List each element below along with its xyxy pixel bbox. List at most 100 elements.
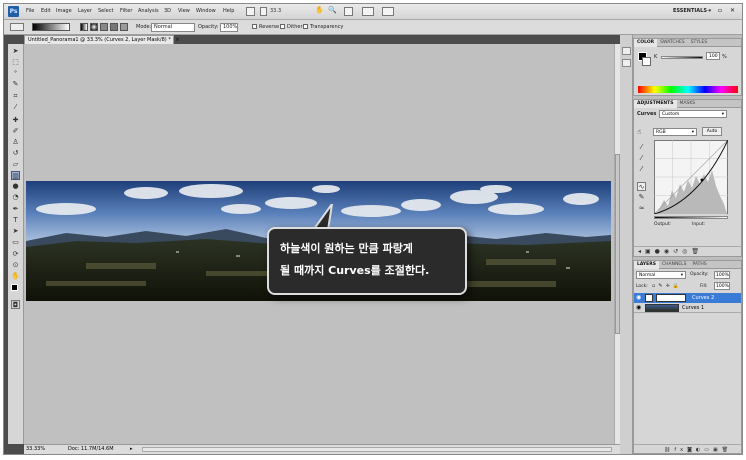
move-tool-icon[interactable]: ➤ [11, 47, 20, 56]
window-controls[interactable]: – ▫ ✕ [707, 7, 738, 14]
curve-point-tool-icon[interactable]: ∿ [637, 182, 646, 191]
actions-panel-icon[interactable] [622, 59, 631, 67]
history-brush-tool-icon[interactable]: ↺ [11, 149, 20, 158]
visibility-eye-icon[interactable]: ◉ [636, 303, 641, 313]
gray-point-eyedropper-icon[interactable]: ⁄ [637, 154, 646, 163]
transparency-checkbox[interactable] [303, 24, 308, 29]
gradient-picker[interactable] [32, 23, 70, 31]
3d-rotate-tool-icon[interactable]: ⟳ [11, 250, 20, 259]
adjustments-footer-icons[interactable]: ◂▣●◉↺◎🗑 [634, 246, 741, 256]
tab-layers[interactable]: LAYERS [634, 261, 659, 269]
dodge-tool-icon[interactable]: ◔ [11, 193, 20, 202]
marquee-tool-icon[interactable]: ⬚ [11, 58, 20, 67]
fill-field[interactable]: 100% [714, 282, 730, 290]
angle-gradient-button[interactable] [100, 23, 108, 31]
quick-selection-tool-icon[interactable]: ✎ [11, 80, 20, 89]
blend-mode-select[interactable]: Normal ▾ [636, 271, 686, 279]
pencil-curve-tool-icon[interactable]: ✎ [637, 193, 646, 202]
screen-modes-icon[interactable] [382, 7, 394, 16]
menu-edit[interactable]: Edit [41, 8, 51, 14]
diamond-gradient-button[interactable] [120, 23, 128, 31]
lasso-tool-icon[interactable]: ᐤ [11, 69, 20, 78]
healing-brush-tool-icon[interactable]: ✚ [11, 116, 20, 125]
smooth-curve-icon[interactable]: ≈ [637, 204, 646, 213]
workspace-switcher[interactable]: ESSENTIALS ▾ [673, 8, 711, 14]
status-arrow-icon[interactable]: ▸ [130, 445, 133, 454]
rotate-view-icon[interactable] [344, 7, 353, 16]
background-swatch[interactable] [642, 57, 651, 66]
reverse-option[interactable]: Reverse [252, 24, 279, 30]
tab-channels[interactable]: CHANNELS [659, 261, 690, 269]
quick-mask-icon[interactable]: ◘ [11, 300, 20, 309]
foreground-color-swatch[interactable] [11, 284, 18, 291]
eraser-tool-icon[interactable]: ▱ [11, 160, 20, 169]
k-slider[interactable] [661, 56, 703, 59]
radial-gradient-button[interactable] [90, 23, 98, 31]
screen-mode-icon[interactable] [260, 7, 267, 16]
reflected-gradient-button[interactable] [110, 23, 118, 31]
menu-image[interactable]: Image [56, 8, 72, 14]
layer-opacity-field[interactable]: 100% [714, 271, 730, 279]
k-value-field[interactable]: 100 [706, 52, 720, 60]
white-point-eyedropper-icon[interactable]: ⁄ [637, 165, 646, 174]
history-panel-icon[interactable] [622, 47, 631, 55]
document-tab[interactable]: Untitled_Panorama1 @ 33.3% (Curves 2, La… [24, 35, 180, 44]
menu-select[interactable]: Select [98, 8, 113, 14]
transparency-option[interactable]: Transparency [303, 24, 343, 30]
tab-swatches[interactable]: SWATCHES [657, 39, 688, 47]
menu-view[interactable]: View [178, 8, 190, 14]
shape-tool-icon[interactable]: ▭ [11, 238, 20, 247]
menu-help[interactable]: Help [223, 8, 234, 14]
menu-3d[interactable]: 3D [164, 8, 171, 14]
channel-select[interactable]: RGB ▾ [653, 128, 697, 136]
color-spectrum-ramp[interactable] [638, 86, 738, 93]
linear-gradient-button[interactable] [80, 23, 88, 31]
3d-orbit-tool-icon[interactable]: ⊙ [11, 261, 20, 270]
auto-button[interactable]: Auto [702, 127, 722, 136]
dither-checkbox[interactable] [280, 24, 285, 29]
status-zoom[interactable]: 33.33% [26, 445, 45, 454]
opacity-field[interactable]: 100% [220, 23, 238, 32]
bridge-icon[interactable] [246, 7, 255, 16]
path-selection-tool-icon[interactable]: ➤ [11, 227, 20, 236]
zoom-tool-icon[interactable]: 🔍 [328, 6, 337, 14]
tab-adjustments[interactable]: ADJUSTMENTS [634, 100, 677, 108]
horizontal-scrollbar[interactable] [142, 447, 612, 452]
brush-tool-icon[interactable]: ✐ [11, 127, 20, 136]
menu-file[interactable]: File [26, 8, 34, 14]
lock-icons[interactable]: ▫✎✛🔒 [652, 283, 682, 289]
tool-preset-picker[interactable] [10, 23, 24, 31]
gradient-tool-icon[interactable]: ▥ [11, 171, 20, 180]
zoom-level[interactable]: 33.3 [268, 7, 288, 16]
layers-panel: LAYERS CHANNELS PATHS Normal ▾ Opacity: 100… [633, 260, 742, 454]
eyedropper-tool-icon[interactable]: ⁄ [11, 103, 20, 112]
layers-footer-icons[interactable]: ⛓fx◙◐▭▣🗑 [634, 444, 741, 454]
menu-analysis[interactable]: Analysis [138, 8, 159, 14]
menu-filter[interactable]: Filter [120, 8, 132, 14]
crop-tool-icon[interactable]: ⌗ [11, 92, 20, 101]
targeted-adjustment-icon[interactable]: ☝ [637, 128, 641, 136]
tab-styles[interactable]: STYLES [688, 39, 711, 47]
clone-stamp-tool-icon[interactable]: ♙ [11, 138, 20, 147]
menu-window[interactable]: Window [196, 8, 216, 14]
layer-row-curves-2[interactable]: ◉ Curves 2 [634, 293, 741, 303]
blur-tool-icon[interactable]: ● [11, 182, 20, 191]
curves-graph[interactable] [654, 140, 728, 214]
layer-row-curves-1[interactable]: ◉ Curves 1 [634, 303, 741, 313]
preset-select[interactable]: Custom ▾ [659, 110, 727, 118]
reverse-checkbox[interactable] [252, 24, 257, 29]
arrange-documents-icon[interactable] [362, 7, 374, 16]
hand-tool-icon[interactable]: ✋ [11, 272, 20, 281]
tab-masks[interactable]: MASKS [677, 100, 699, 108]
hand-tool-icon[interactable]: ✋ [315, 6, 324, 14]
mode-select[interactable]: Normal [151, 23, 195, 32]
close-tab-icon[interactable]: × [175, 37, 179, 43]
black-point-eyedropper-icon[interactable]: ⁄ [637, 143, 646, 152]
dither-option[interactable]: Dither [280, 24, 303, 30]
tab-color[interactable]: COLOR [634, 39, 658, 47]
type-tool-icon[interactable]: T [11, 216, 20, 225]
tab-paths[interactable]: PATHS [690, 261, 710, 269]
menu-layer[interactable]: Layer [78, 8, 92, 14]
pen-tool-icon[interactable]: ✒ [11, 205, 20, 214]
visibility-eye-icon[interactable]: ◉ [636, 293, 641, 303]
